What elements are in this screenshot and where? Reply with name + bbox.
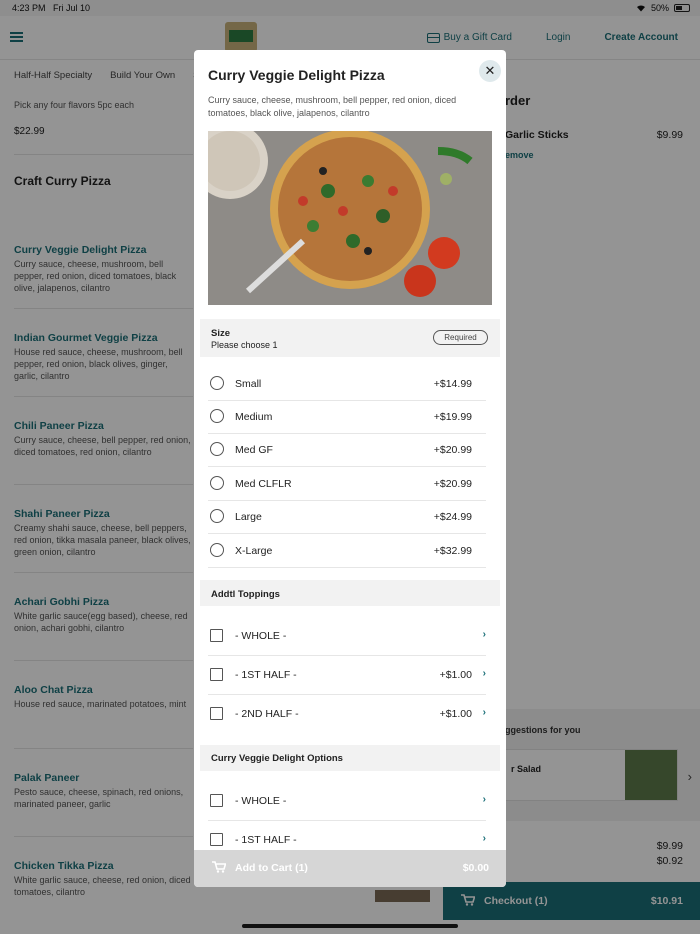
home-indicator[interactable]: [242, 924, 458, 928]
option-label: Small: [235, 378, 262, 390]
chevron-right-icon[interactable]: ›: [483, 794, 486, 805]
option-price: +$14.99: [433, 378, 472, 390]
size-group-subtitle: Please choose 1: [211, 340, 278, 350]
option-label: - WHOLE -: [235, 630, 287, 642]
size-option[interactable]: X-Large +$32.99: [208, 535, 486, 568]
toppings-group-header: Addtl Toppings: [200, 580, 500, 606]
chevron-right-icon[interactable]: ›: [483, 668, 486, 679]
option-label: - WHOLE -: [235, 795, 287, 807]
pizza-photo: [208, 131, 492, 305]
veggie-option[interactable]: - WHOLE - ›: [208, 782, 486, 821]
size-option[interactable]: Medium +$19.99: [208, 401, 486, 434]
item-modal: Curry Veggie Delight Pizza ✕ Curry sauce…: [194, 50, 506, 887]
option-price: +$20.99: [433, 478, 472, 490]
chevron-right-icon[interactable]: ›: [483, 707, 486, 718]
option-label: Med GF: [235, 444, 273, 456]
modal-description: Curry sauce, cheese, mushroom, bell pepp…: [208, 95, 457, 118]
checkbox[interactable]: [210, 707, 223, 720]
close-icon: ✕: [484, 63, 496, 78]
add-to-cart-button[interactable]: Add to Cart (1) $0.00: [194, 850, 506, 887]
options-group-header: Curry Veggie Delight Options: [200, 745, 500, 771]
size-group-header: Size Please choose 1 Required: [200, 319, 500, 357]
toppings-group-title: Addtl Toppings: [211, 589, 280, 600]
size-option[interactable]: Small +$14.99: [208, 368, 486, 401]
chevron-right-icon[interactable]: ›: [483, 833, 486, 844]
topping-option[interactable]: - WHOLE - ›: [208, 617, 486, 656]
option-label: Medium: [235, 411, 273, 423]
modal-title: Curry Veggie Delight Pizza: [208, 67, 385, 83]
add-to-cart-price: $0.00: [462, 862, 489, 874]
chevron-right-icon[interactable]: ›: [483, 629, 486, 640]
option-label: X-Large: [235, 545, 273, 557]
radio-button[interactable]: [210, 509, 224, 523]
option-price: +$24.99: [433, 511, 472, 523]
option-price: +$1.00: [439, 669, 472, 681]
option-price: +$1.00: [439, 708, 472, 720]
radio-button[interactable]: [210, 376, 224, 390]
option-label: - 2ND HALF -: [235, 708, 299, 720]
options-group-title: Curry Veggie Delight Options: [211, 753, 343, 764]
radio-button[interactable]: [210, 409, 224, 423]
checkbox[interactable]: [210, 668, 223, 681]
add-to-cart-label: Add to Cart (1): [235, 862, 308, 874]
option-label: - 1ST HALF -: [235, 669, 297, 681]
option-label: Large: [235, 511, 262, 523]
size-option[interactable]: Med GF +$20.99: [208, 434, 486, 467]
option-label: Med CLFLR: [235, 478, 292, 490]
size-option[interactable]: Large +$24.99: [208, 501, 486, 534]
checkbox[interactable]: [210, 833, 223, 846]
cart-icon: [212, 861, 226, 873]
size-option[interactable]: Med CLFLR +$20.99: [208, 468, 486, 501]
radio-button[interactable]: [210, 476, 224, 490]
topping-option[interactable]: - 1ST HALF - +$1.00 ›: [208, 656, 486, 695]
radio-button[interactable]: [210, 442, 224, 456]
radio-button[interactable]: [210, 543, 224, 557]
required-badge: Required: [433, 330, 488, 345]
size-group-title: Size: [211, 328, 231, 339]
option-price: +$19.99: [433, 411, 472, 423]
close-button[interactable]: ✕: [479, 60, 501, 82]
checkbox[interactable]: [210, 629, 223, 642]
topping-option[interactable]: - 2ND HALF - +$1.00 ›: [208, 695, 486, 734]
option-label: - 1ST HALF -: [235, 834, 297, 846]
checkbox[interactable]: [210, 794, 223, 807]
option-price: +$20.99: [433, 444, 472, 456]
option-price: +$32.99: [433, 545, 472, 557]
